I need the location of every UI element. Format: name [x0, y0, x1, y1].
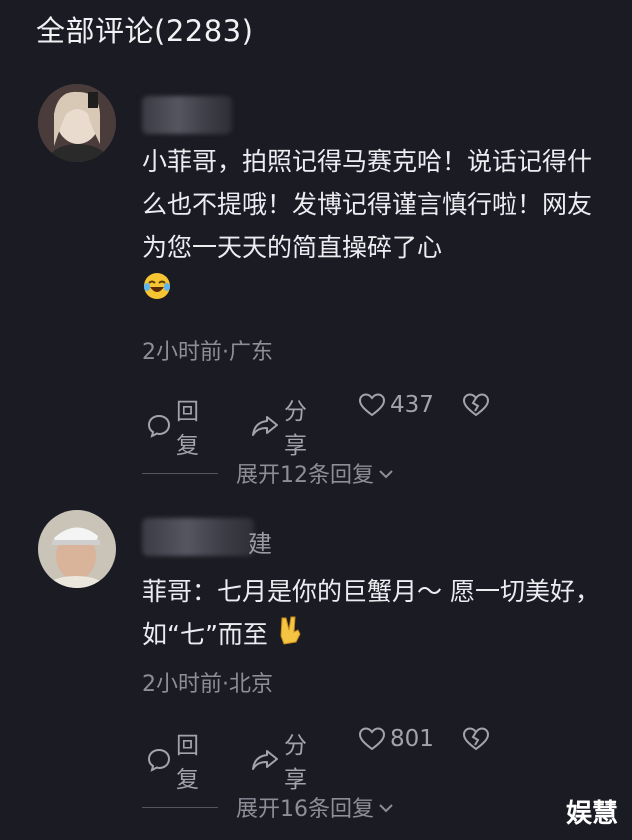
comment-text: 小菲哥，拍照记得马赛克哈！说话记得什么也不提哦！发博记得谨言慎行啦！网友为您一天…: [142, 140, 612, 314]
share-icon: [250, 747, 284, 773]
share-icon: [250, 413, 284, 439]
comment-meta: 2小时前·北京: [142, 672, 273, 697]
broken-heart-icon: [462, 392, 494, 418]
laugh-emoji-icon: [142, 271, 172, 314]
comments-header: 全部评论(2283): [36, 14, 254, 48]
comment-text: 菲哥：七月是你的巨蟹月～ 愿一切美好，如“七”而至: [142, 570, 612, 659]
share-button[interactable]: 分享: [250, 726, 307, 794]
divider: [142, 472, 218, 474]
reply-icon: [146, 413, 176, 439]
reply-icon: [146, 747, 176, 773]
like-button[interactable]: 437: [358, 392, 434, 418]
watermark: 娱慧: [565, 799, 618, 829]
heart-icon: [358, 726, 390, 752]
victory-hand-emoji-icon: [276, 614, 304, 659]
avatar[interactable]: [38, 510, 116, 588]
expand-replies[interactable]: 展开12条回复: [142, 458, 394, 488]
username-partial[interactable]: 建: [248, 524, 272, 559]
broken-heart-icon: [462, 726, 494, 752]
divider: [142, 806, 218, 808]
avatar[interactable]: [38, 84, 116, 162]
heart-icon: [358, 392, 390, 418]
chevron-down-icon: [378, 795, 394, 820]
reply-button[interactable]: 回复: [146, 726, 199, 794]
chevron-down-icon: [378, 461, 394, 486]
expand-replies[interactable]: 展开16条回复: [142, 792, 394, 822]
like-button[interactable]: 801: [358, 726, 434, 752]
reply-button[interactable]: 回复: [146, 392, 199, 460]
username-redacted[interactable]: [142, 96, 232, 134]
username-redacted[interactable]: [142, 518, 254, 556]
dislike-button[interactable]: [462, 726, 494, 752]
share-button[interactable]: 分享: [250, 392, 307, 460]
dislike-button[interactable]: [462, 392, 494, 418]
comment-meta: 2小时前·广东: [142, 340, 273, 365]
